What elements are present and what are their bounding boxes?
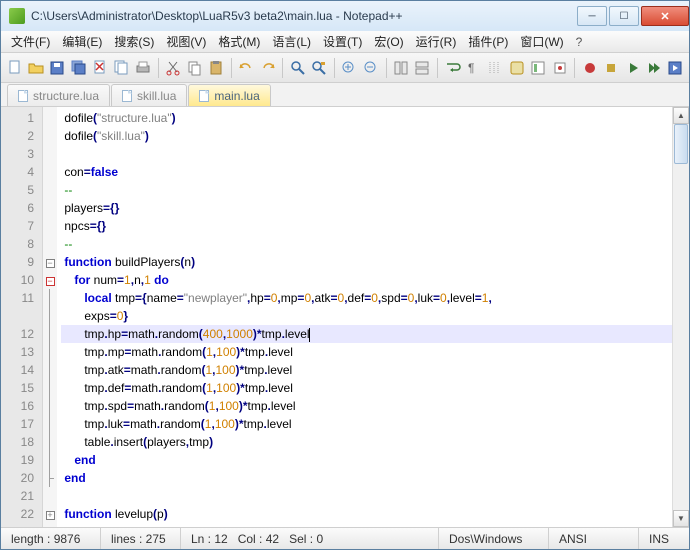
stop-macro-button[interactable] [602, 57, 621, 79]
minimize-button[interactable]: ─ [577, 6, 607, 26]
app-icon [9, 8, 25, 24]
menu-item-8[interactable]: 运行(R) [410, 31, 463, 52]
menu-item-4[interactable]: 格式(M) [212, 31, 266, 52]
save-button[interactable] [48, 57, 67, 79]
code-view[interactable]: dofile("structure.lua") dofile("skill.lu… [57, 107, 672, 527]
open-file-button[interactable] [26, 57, 45, 79]
zoom-in-button[interactable] [340, 57, 359, 79]
title-bar[interactable]: C:\Users\Administrator\Desktop\LuaR5v3 b… [1, 1, 689, 31]
new-file-button[interactable] [5, 57, 24, 79]
paste-button[interactable] [206, 57, 225, 79]
save-macro-button[interactable] [666, 57, 685, 79]
vertical-scrollbar[interactable]: ▲ ▼ [672, 107, 689, 527]
status-encoding: ANSI [549, 528, 639, 549]
redo-button[interactable] [258, 57, 277, 79]
tab-label: skill.lua [137, 89, 176, 103]
toolbar: ¶ [1, 53, 689, 83]
replace-button[interactable] [310, 57, 329, 79]
status-eol: Dos\Windows [439, 528, 549, 549]
undo-button[interactable] [237, 57, 256, 79]
menu-item-3[interactable]: 视图(V) [160, 31, 212, 52]
menu-item-10[interactable]: 窗口(W) [514, 31, 569, 52]
sync-v-button[interactable] [391, 57, 410, 79]
file-icon [18, 90, 28, 102]
tab-label: main.lua [214, 89, 259, 103]
print-button[interactable] [133, 57, 152, 79]
status-bar: length : 9876 lines : 275 Ln : 12 Col : … [1, 527, 689, 549]
copy-button[interactable] [185, 57, 204, 79]
record-macro-button[interactable] [580, 57, 599, 79]
menu-item-6[interactable]: 设置(T) [317, 31, 368, 52]
close-button[interactable]: ✕ [641, 6, 689, 26]
status-mode: INS [639, 528, 689, 549]
file-tab-2[interactable]: main.lua [188, 84, 270, 106]
editor-area: 12345678910111213141516171819202122 −−+ … [1, 107, 689, 527]
menu-item-2[interactable]: 搜索(S) [108, 31, 160, 52]
tab-label: structure.lua [33, 89, 99, 103]
status-length: length : 9876 [1, 528, 101, 549]
window-title: C:\Users\Administrator\Desktop\LuaR5v3 b… [31, 9, 575, 23]
play-macro-button[interactable] [623, 57, 642, 79]
func-list-button[interactable] [550, 57, 569, 79]
file-icon [122, 90, 132, 102]
menu-item-1[interactable]: 编辑(E) [56, 31, 108, 52]
fold-margin[interactable]: −−+ [43, 107, 57, 527]
close-all-button[interactable] [112, 57, 131, 79]
file-tab-bar: structure.lua skill.lua main.lua [1, 83, 689, 107]
show-all-chars-button[interactable]: ¶ [464, 57, 483, 79]
sync-h-button[interactable] [413, 57, 432, 79]
maximize-button[interactable]: ☐ [609, 6, 639, 26]
scroll-up-button[interactable]: ▲ [673, 107, 689, 124]
status-col: Col : 42 [238, 532, 279, 546]
scroll-thumb[interactable] [674, 124, 688, 164]
menu-bar: 文件(F)编辑(E)搜索(S)视图(V)格式(M)语言(L)设置(T)宏(O)运… [1, 31, 689, 53]
play-multi-button[interactable] [644, 57, 663, 79]
close-file-button[interactable] [91, 57, 110, 79]
menu-item-7[interactable]: 宏(O) [368, 31, 409, 52]
menu-item-5[interactable]: 语言(L) [266, 31, 317, 52]
line-number-gutter[interactable]: 12345678910111213141516171819202122 [1, 107, 43, 527]
status-sel: Sel : 0 [289, 532, 323, 546]
zoom-out-button[interactable] [361, 57, 380, 79]
menu-help[interactable]: ? [570, 33, 589, 51]
menu-item-9[interactable]: 插件(P) [462, 31, 514, 52]
app-window: C:\Users\Administrator\Desktop\LuaR5v3 b… [0, 0, 690, 550]
doc-map-button[interactable] [529, 57, 548, 79]
status-ln: Ln : 12 [191, 532, 228, 546]
cut-button[interactable] [164, 57, 183, 79]
file-tab-0[interactable]: structure.lua [7, 84, 110, 106]
file-icon [199, 90, 209, 102]
find-button[interactable] [288, 57, 307, 79]
indent-guide-button[interactable] [486, 57, 505, 79]
scroll-down-button[interactable]: ▼ [673, 510, 689, 527]
save-all-button[interactable] [69, 57, 88, 79]
svg-text:¶: ¶ [468, 61, 474, 75]
lang-button[interactable] [507, 57, 526, 79]
status-lines: lines : 275 [101, 528, 181, 549]
menu-item-0[interactable]: 文件(F) [5, 31, 56, 52]
wrap-button[interactable] [443, 57, 462, 79]
file-tab-1[interactable]: skill.lua [111, 84, 187, 106]
